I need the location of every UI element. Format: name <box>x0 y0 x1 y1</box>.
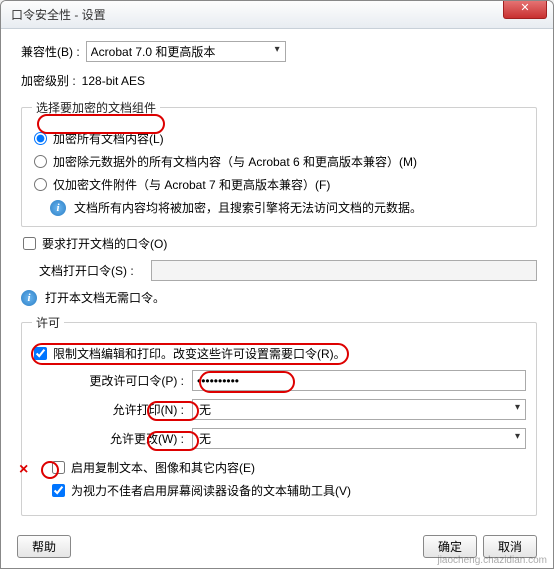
allow-change-row: 允许更改(W) : 无 <box>32 428 526 449</box>
change-pw-input[interactable] <box>192 370 526 391</box>
encrypt-all-label: 加密所有文档内容(L) <box>53 130 164 147</box>
enable-reader-row[interactable]: 为视力不佳者启用屏幕阅读器设备的文本辅助工具(V) <box>50 482 526 499</box>
allow-print-row: 允许打印(N) : 无 <box>32 399 526 420</box>
change-pw-label: 更改许可口令(P) : <box>32 372 192 389</box>
permissions-legend: 许可 <box>32 314 64 331</box>
compat-label: 兼容性(B) : <box>21 43 80 60</box>
cancel-button[interactable]: 取消 <box>483 535 537 558</box>
compat-dropdown[interactable]: Acrobat 7.0 和更高版本 <box>86 41 286 62</box>
encrypt-level-row: 加密级别 : 128-bit AES <box>21 72 537 89</box>
allow-change-select[interactable]: 无 <box>192 428 526 449</box>
require-open-pw-checkbox[interactable] <box>23 237 36 250</box>
info-icon: i <box>50 200 66 216</box>
enable-copy-row[interactable]: 启用复制文本、图像和其它内容(E) <box>50 459 526 476</box>
restrict-checkbox[interactable] <box>34 347 47 360</box>
window-title: 口令安全性 - 设置 <box>11 6 106 23</box>
allow-change-field[interactable]: 无 <box>192 428 526 449</box>
encrypt-all-row[interactable]: 加密所有文档内容(L) <box>32 130 526 147</box>
enable-reader-checkbox[interactable] <box>52 484 65 497</box>
open-pw-label: 文档打开口令(S) : <box>21 262 151 279</box>
restrict-row[interactable]: 限制文档编辑和打印。改变这些许可设置需要口令(R)。 <box>32 345 526 362</box>
encrypt-except-meta-label: 加密除元数据外的所有文档内容（与 Acrobat 6 和更高版本兼容）(M) <box>53 153 417 170</box>
open-pw-field-wrap <box>151 260 537 281</box>
allow-change-label: 允许更改(W) : <box>32 430 192 447</box>
content-area: 兼容性(B) : Acrobat 7.0 和更高版本 加密级别 : 128-bi… <box>1 29 553 532</box>
encrypt-level-label: 加密级别 : <box>21 72 76 89</box>
enable-copy-label: 启用复制文本、图像和其它内容(E) <box>71 459 255 476</box>
encrypt-level-value: 128-bit AES <box>82 74 145 88</box>
allow-print-field[interactable]: 无 <box>192 399 526 420</box>
info-icon: i <box>21 290 37 306</box>
encrypt-except-meta-radio[interactable] <box>34 155 47 168</box>
change-pw-field-wrap <box>192 370 526 391</box>
require-open-pw-row[interactable]: 要求打开文档的口令(O) <box>21 235 537 252</box>
encrypt-info-text: 文档所有内容均将被加密，且搜索引擎将无法访问文档的元数据。 <box>74 199 422 216</box>
require-open-pw-label: 要求打开文档的口令(O) <box>42 235 167 252</box>
encrypt-except-meta-row[interactable]: 加密除元数据外的所有文档内容（与 Acrobat 6 和更高版本兼容）(M) <box>32 153 526 170</box>
help-button[interactable]: 帮助 <box>17 535 71 558</box>
open-pw-input <box>151 260 537 281</box>
compat-row: 兼容性(B) : Acrobat 7.0 和更高版本 <box>21 41 537 62</box>
compat-select[interactable]: Acrobat 7.0 和更高版本 <box>86 41 286 62</box>
encrypt-attach-label: 仅加密文件附件（与 Acrobat 7 和更高版本兼容）(F) <box>53 176 330 193</box>
restrict-label: 限制文档编辑和打印。改变这些许可设置需要口令(R)。 <box>53 345 346 362</box>
enable-copy-checkbox[interactable] <box>52 461 65 474</box>
titlebar: 口令安全性 - 设置 ✕ <box>1 1 553 29</box>
encrypt-all-radio[interactable] <box>34 132 47 145</box>
encrypt-components-group: 选择要加密的文档组件 加密所有文档内容(L) 加密除元数据外的所有文档内容（与 … <box>21 99 537 227</box>
encrypt-attach-row[interactable]: 仅加密文件附件（与 Acrobat 7 和更高版本兼容）(F) <box>32 176 526 193</box>
open-pw-row: 文档打开口令(S) : <box>21 260 537 281</box>
encrypt-info-row: i 文档所有内容均将被加密，且搜索引擎将无法访问文档的元数据。 <box>50 199 526 216</box>
allow-print-label: 允许打印(N) : <box>32 401 192 418</box>
enable-reader-label: 为视力不佳者启用屏幕阅读器设备的文本辅助工具(V) <box>71 482 351 499</box>
ok-button[interactable]: 确定 <box>423 535 477 558</box>
change-pw-row: 更改许可口令(P) : <box>32 370 526 391</box>
dialog-window: 口令安全性 - 设置 ✕ 兼容性(B) : Acrobat 7.0 和更高版本 … <box>0 0 554 569</box>
encrypt-components-legend: 选择要加密的文档组件 <box>32 99 160 116</box>
encrypt-attach-radio[interactable] <box>34 178 47 191</box>
allow-print-select[interactable]: 无 <box>192 399 526 420</box>
open-pw-info-row: i 打开本文档无需口令。 <box>21 289 537 306</box>
permissions-group: 许可 限制文档编辑和打印。改变这些许可设置需要口令(R)。 更改许可口令(P) … <box>21 314 537 516</box>
button-bar: 帮助 确定 取消 <box>1 535 553 558</box>
open-pw-info-text: 打开本文档无需口令。 <box>45 289 165 306</box>
close-button[interactable]: ✕ <box>503 1 547 19</box>
